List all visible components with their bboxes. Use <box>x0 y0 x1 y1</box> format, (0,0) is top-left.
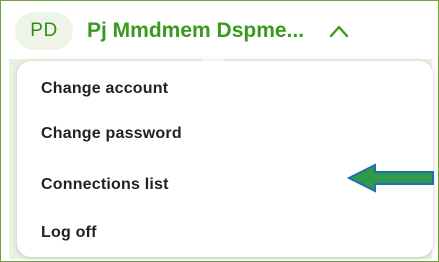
avatar[interactable]: PD <box>15 12 73 50</box>
username-label[interactable]: Pj Mmdmem Dspme... <box>87 19 304 43</box>
menu-pointer <box>201 51 225 61</box>
menu-item-connections-list[interactable]: Connections list <box>41 176 169 194</box>
left-arrow-icon <box>347 163 434 193</box>
menu-item-log-off[interactable]: Log off <box>41 224 97 242</box>
account-header[interactable]: PD Pj Mmdmem Dspme... <box>15 11 350 51</box>
menu-item-change-account[interactable]: Change account <box>41 80 168 98</box>
account-dropdown-menu: Change account Change password Connectio… <box>17 61 433 257</box>
menu-item-change-password[interactable]: Change password <box>41 125 182 143</box>
window-frame: PD Pj Mmdmem Dspme... Change account Cha… <box>0 0 439 262</box>
chevron-up-icon[interactable] <box>328 20 350 42</box>
